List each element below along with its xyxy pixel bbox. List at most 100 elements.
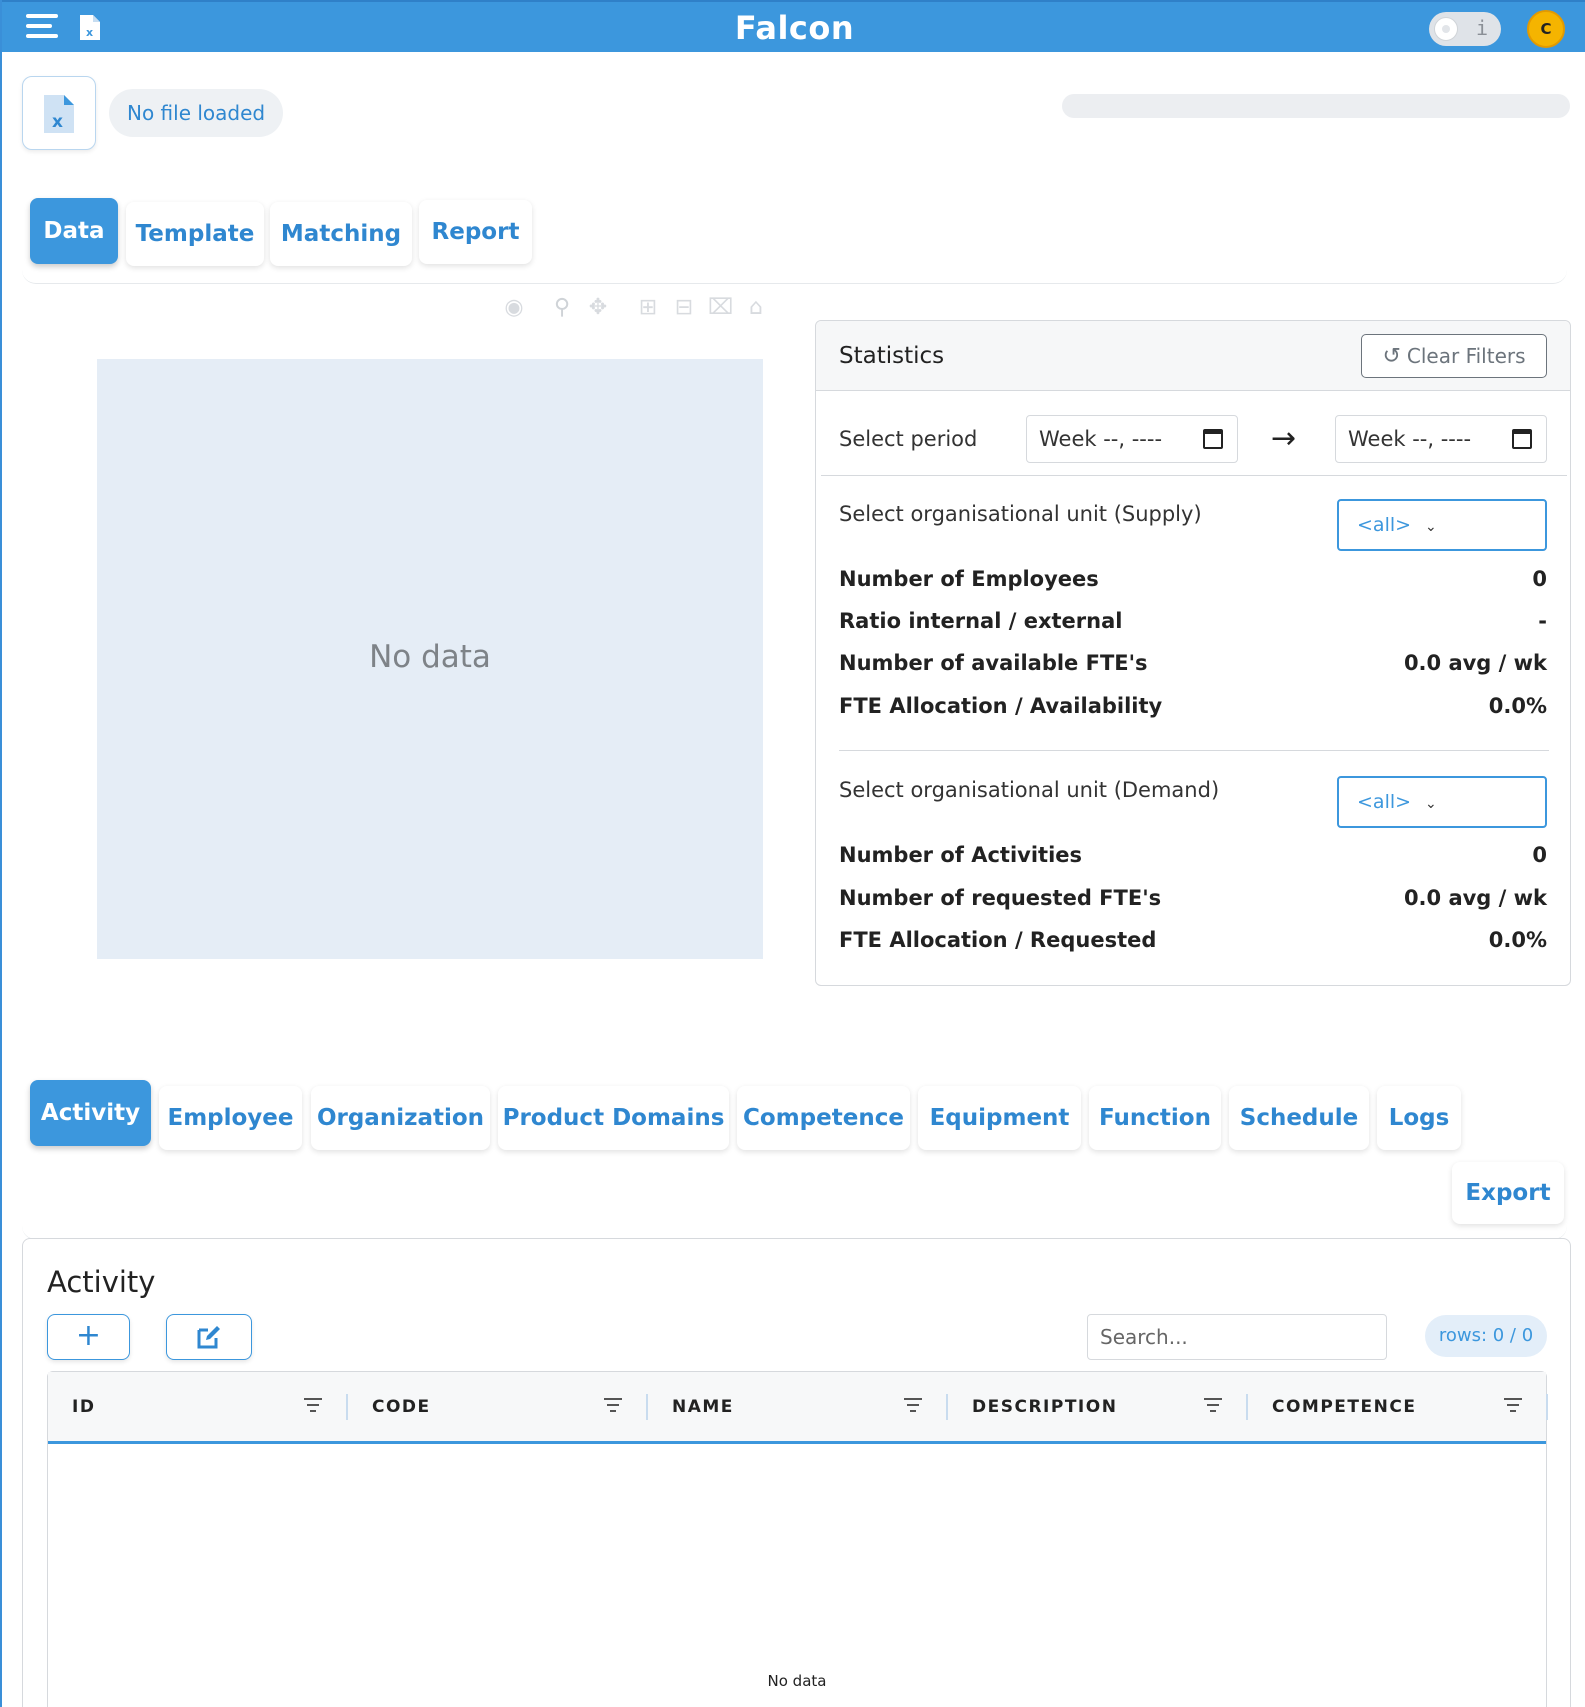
stat-label: Ratio internal / external: [839, 609, 1123, 633]
tab-template[interactable]: Template: [126, 202, 264, 266]
stat-label: Number of Activities: [839, 843, 1083, 867]
load-progress-bar: [1062, 94, 1570, 118]
column-header-id[interactable]: ID: [48, 1372, 348, 1442]
week-to-input[interactable]: Week --, ----: [1335, 415, 1547, 463]
zoom-in-icon[interactable]: ⊞: [636, 296, 660, 320]
rows-count-badge: rows: 0 / 0: [1425, 1315, 1547, 1357]
filter-icon[interactable]: [304, 1398, 322, 1414]
edit-button[interactable]: [166, 1314, 252, 1360]
tab-schedule[interactable]: Schedule: [1229, 1086, 1369, 1150]
clear-filters-button[interactable]: ↺ Clear Filters: [1361, 334, 1547, 378]
tab-logs[interactable]: Logs: [1377, 1086, 1461, 1150]
filter-icon[interactable]: [1204, 1398, 1222, 1414]
grid-empty-text: No data: [767, 1672, 827, 1690]
demand-unit-value: <all>: [1357, 791, 1412, 813]
divider: [821, 475, 1567, 476]
chevron-down-icon: ⌄: [1425, 796, 1437, 812]
tab-function[interactable]: Function: [1089, 1086, 1221, 1150]
plot-empty-text: No data: [369, 639, 491, 675]
add-button[interactable]: +: [47, 1314, 130, 1360]
filter-icon[interactable]: [904, 1398, 922, 1414]
column-separator[interactable]: [1546, 1394, 1548, 1420]
tab-organization[interactable]: Organization: [311, 1086, 490, 1150]
select-period-label: Select period: [839, 427, 978, 451]
tab-equipment[interactable]: Equipment: [918, 1086, 1081, 1150]
plot-area: No data: [97, 359, 763, 959]
stat-value: 0.0 avg / wk: [1403, 651, 1547, 675]
column-label: DESCRIPTION: [972, 1397, 1118, 1417]
calendar-icon[interactable]: [1203, 429, 1223, 449]
stat-value: 0: [1532, 843, 1547, 867]
statistics-title: Statistics: [839, 343, 945, 369]
tab-report[interactable]: Report: [419, 200, 532, 264]
tab-product-domains[interactable]: Product Domains: [498, 1086, 729, 1150]
zoom-out-icon[interactable]: ⊟: [672, 296, 696, 320]
file-status: No file loaded: [109, 89, 284, 137]
autoscale-icon[interactable]: ⌧: [708, 296, 733, 320]
statistics-header: Statistics ↺ Clear Filters: [816, 321, 1570, 391]
tab-data[interactable]: Data: [30, 198, 118, 264]
column-label: CODE: [372, 1397, 431, 1417]
stat-value: -: [1538, 609, 1547, 633]
reset-icon: ↺: [1382, 344, 1401, 369]
stat-value: 0.0 avg / wk: [1403, 886, 1547, 910]
plus-icon: +: [75, 1318, 102, 1353]
demand-unit-label: Select organisational unit (Demand): [839, 778, 1220, 802]
column-header-competence[interactable]: COMPETENCE: [1248, 1372, 1548, 1442]
entity-tab-bar: Activity Employee Organization Product D…: [22, 1080, 1567, 1240]
data-grid: ID CODE NAME DESCRIPTION COMPETENCE No d…: [47, 1371, 1548, 1707]
tab-activity[interactable]: Activity: [30, 1080, 151, 1146]
tab-matching[interactable]: Matching: [270, 202, 412, 266]
stat-value: 0.0%: [1488, 694, 1547, 718]
supply-unit-select[interactable]: <all> ⌄: [1337, 499, 1547, 551]
stat-label: Number of Employees: [839, 567, 1099, 591]
stat-label: FTE Allocation / Requested: [839, 928, 1157, 952]
svg-text:x: x: [52, 112, 63, 132]
camera-icon[interactable]: ◉: [502, 296, 526, 320]
filter-icon[interactable]: [1504, 1398, 1522, 1414]
toggle-knob: [1434, 17, 1458, 41]
tab-competence[interactable]: Competence: [737, 1086, 910, 1150]
load-file-button[interactable]: x: [22, 76, 96, 150]
column-header-code[interactable]: CODE: [348, 1372, 648, 1442]
main-tab-bar: Data Template Matching Report: [22, 198, 1567, 284]
column-header-name[interactable]: NAME: [648, 1372, 948, 1442]
chevron-down-icon: ⌄: [1425, 519, 1437, 535]
app-root: x Falcon i C x No file loaded Data Templ…: [0, 0, 1585, 1707]
stat-label: Number of requested FTE's: [839, 886, 1162, 910]
arrow-right-icon: →: [1271, 421, 1297, 456]
tab-employee[interactable]: Employee: [159, 1086, 302, 1150]
export-button[interactable]: Export: [1452, 1162, 1564, 1224]
demand-unit-select[interactable]: <all> ⌄: [1337, 776, 1547, 828]
column-label: COMPETENCE: [1272, 1397, 1417, 1417]
statistics-panel: Statistics ↺ Clear Filters Select period …: [815, 320, 1571, 986]
search-input[interactable]: Search...: [1087, 1314, 1387, 1360]
week-from-value: Week --, ----: [1039, 427, 1163, 451]
zoom-icon[interactable]: ⚲: [550, 296, 574, 320]
edit-icon: [197, 1326, 220, 1349]
stat-value: 0: [1532, 567, 1547, 591]
stat-value: 0.0%: [1488, 928, 1547, 952]
filter-icon[interactable]: [604, 1398, 622, 1414]
info-icon: i: [1475, 16, 1488, 40]
clear-filters-label: Clear Filters: [1406, 344, 1526, 368]
top-bar: x Falcon i C: [2, 0, 1585, 52]
week-to-value: Week --, ----: [1348, 427, 1472, 451]
week-from-input[interactable]: Week --, ----: [1026, 415, 1238, 463]
column-label: NAME: [672, 1397, 734, 1417]
column-header-description[interactable]: DESCRIPTION: [948, 1372, 1248, 1442]
stat-label: FTE Allocation / Availability: [839, 694, 1163, 718]
column-label: ID: [72, 1397, 96, 1417]
excel-file-icon: x: [44, 95, 74, 133]
activity-panel: Activity + Search... rows: 0 / 0 ID CODE: [22, 1238, 1571, 1707]
divider: [839, 750, 1549, 751]
stat-label: Number of available FTE's: [839, 651, 1148, 675]
app-title: Falcon: [734, 9, 855, 47]
theme-toggle[interactable]: i: [1429, 12, 1501, 46]
calendar-icon[interactable]: [1512, 429, 1532, 449]
pan-icon[interactable]: ✥: [586, 296, 610, 320]
plot-toolbar: ◉ ⚲ ✥ ⊞ ⊟ ⌧ ⌂: [502, 296, 772, 322]
user-avatar[interactable]: C: [1527, 10, 1565, 48]
supply-unit-value: <all>: [1357, 514, 1412, 536]
reset-home-icon[interactable]: ⌂: [744, 296, 768, 320]
